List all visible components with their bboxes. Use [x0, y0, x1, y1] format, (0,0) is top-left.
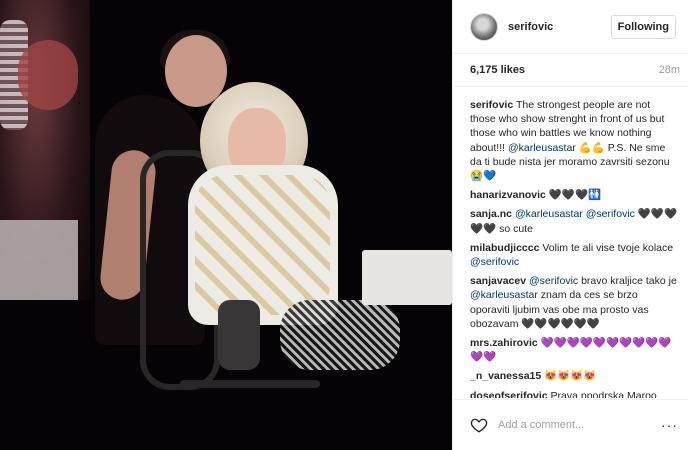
mention-link[interactable]: @serifovic [470, 256, 519, 268]
shirt-pattern [195, 175, 330, 315]
add-comment-input[interactable] [498, 419, 648, 431]
list-item: doseofserifovic Prava ppodrska Maroo [470, 389, 678, 398]
comment-text: Prava ppodrska Maroo [550, 389, 657, 398]
list-item: _n_vanessa15 😻😻😻😻 [470, 369, 678, 383]
post-timestamp[interactable]: 28m [659, 64, 680, 76]
comment-username[interactable]: mrs.zahirovic [470, 337, 538, 349]
instagram-post: serifovic Following 6,175 likes 28m seri… [0, 0, 688, 450]
mention-link[interactable]: @karleusastar [470, 289, 538, 301]
comment-username[interactable]: hanarizvanovic [470, 189, 546, 201]
comments-list[interactable]: serifovic The strongest people are not t… [453, 87, 688, 398]
caption-text: The strongest people are not those who s… [470, 99, 670, 183]
post-stats: 6,175 likes 28m [453, 54, 688, 87]
mention-link[interactable]: @karleusastar [508, 142, 576, 154]
caption: serifovic The strongest people are not t… [470, 98, 678, 183]
post-side-panel: serifovic Following 6,175 likes 28m seri… [452, 0, 688, 450]
add-comment-bar: ··· [453, 399, 688, 450]
heart-outline-icon[interactable] [470, 416, 488, 434]
mention-link[interactable]: @karleusastar [515, 208, 583, 220]
list-item: sanjavacev @serifovic bravo kraljice tak… [470, 274, 678, 331]
mention-link[interactable]: @serifovic [529, 275, 578, 287]
list-item: hanarizvanovic 🖤🖤🖤🚻 [470, 188, 678, 202]
comment-username[interactable]: _n_vanessa15 [470, 370, 541, 382]
comment-text: 😻😻😻😻 [544, 370, 597, 383]
caption-username[interactable]: serifovic [470, 99, 513, 111]
post-photo[interactable] [0, 0, 452, 450]
background-panel [0, 220, 78, 300]
bag [218, 300, 260, 370]
background-arm [18, 40, 78, 110]
comment-text: 🖤🖤🖤🚻 [548, 189, 602, 202]
mention-link[interactable]: @serifovic [586, 208, 635, 220]
post-username[interactable]: serifovic [508, 21, 553, 33]
more-options-icon[interactable]: ··· [661, 417, 678, 433]
chair-base [180, 380, 320, 388]
comment-username[interactable]: sanjavacev [470, 275, 526, 287]
fishnet-legs [280, 300, 400, 370]
comment-username[interactable]: doseofserifovic [470, 390, 548, 398]
following-button[interactable]: Following [610, 14, 676, 39]
profile-avatar[interactable] [470, 12, 498, 41]
list-item: sanja.nc @karleusastar @serifovic 🖤🖤🖤🖤🖤 … [470, 207, 678, 235]
likes-count[interactable]: 6,175 likes [470, 64, 525, 76]
comment-username[interactable]: milabudjicccc [470, 242, 539, 254]
list-item: milabudjicccc Volim te ali vise tvoje ko… [470, 241, 678, 269]
white-desk [362, 250, 452, 305]
comment-username[interactable]: sanja.nc [470, 208, 512, 220]
list-item: mrs.zahirovic 💜💜💜💜💜💜💜💜💜💜💜💜 [470, 336, 678, 364]
post-header: serifovic Following [453, 0, 688, 54]
